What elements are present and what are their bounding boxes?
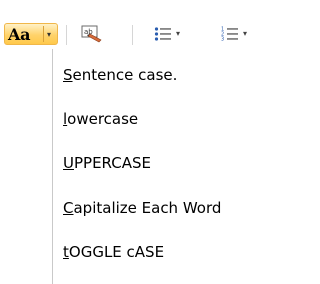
accelerator-key: U xyxy=(63,154,74,172)
bullets-list-icon xyxy=(154,27,171,41)
change-case-button[interactable]: Aa ▾ xyxy=(4,23,58,45)
menu-item-toggle-case[interactable]: tOGGLE cASE xyxy=(63,240,263,264)
menu-item-label: owercase xyxy=(67,110,139,128)
chevron-down-icon[interactable]: ▾ xyxy=(47,31,51,39)
menu-item-capitalize-each-word[interactable]: Capitalize Each Word xyxy=(63,196,263,220)
accelerator-key: S xyxy=(63,66,73,84)
ribbon-toolbar: Aa ▾ ab ▾ 1 2 3 ▾ xyxy=(0,0,263,46)
phonetic-guide-button[interactable]: ab xyxy=(78,23,104,45)
menu-item-uppercase[interactable]: UPPERCASE xyxy=(63,151,263,175)
menu-item-lowercase[interactable]: lowercase xyxy=(63,107,263,131)
menu-item-label: apitalize Each Word xyxy=(73,199,222,217)
split-divider xyxy=(43,26,44,42)
menu-item-label: OGGLE cASE xyxy=(68,243,165,261)
change-case-label: Aa xyxy=(8,24,31,44)
menu-item-label: entence case. xyxy=(72,66,178,84)
chevron-down-icon[interactable]: ▾ xyxy=(176,30,180,38)
toolbar-separator xyxy=(132,25,133,45)
numbering-button[interactable]: 1 2 3 ▾ xyxy=(205,23,263,45)
change-case-menu: Sentence case. lowercase UPPERCASE Capit… xyxy=(52,49,264,284)
menu-item-sentence-case[interactable]: Sentence case. xyxy=(63,63,263,87)
svg-text:3: 3 xyxy=(221,37,224,43)
bullets-button[interactable]: ▾ xyxy=(141,23,193,45)
word-ribbon-fragment: Aa ▾ ab ▾ 1 2 3 ▾ Sentence case. lowerca… xyxy=(0,0,264,284)
menu-item-label: PPERCASE xyxy=(73,154,151,172)
chevron-down-icon[interactable]: ▾ xyxy=(243,30,247,38)
numbered-list-icon: 1 2 3 xyxy=(221,27,238,43)
accelerator-key: C xyxy=(63,199,74,217)
toolbar-separator xyxy=(66,25,67,45)
phonetic-guide-icon: ab xyxy=(81,25,102,43)
